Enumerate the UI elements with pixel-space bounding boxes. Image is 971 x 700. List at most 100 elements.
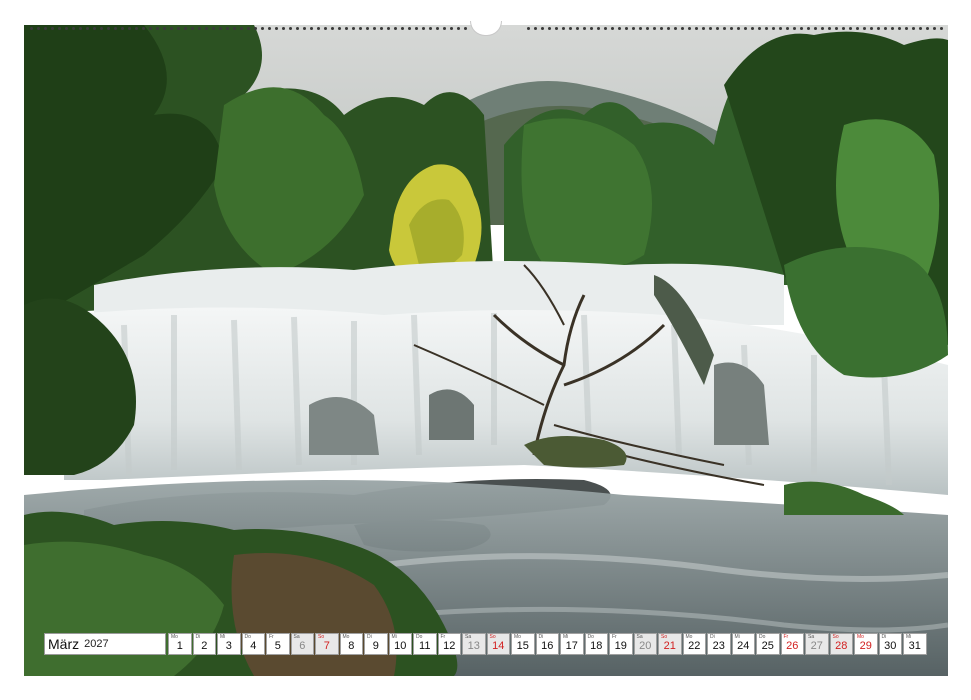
day-cell: Fr 12 — [437, 633, 461, 655]
day-cell: Do 25 — [756, 633, 780, 655]
binding-hole — [744, 27, 747, 30]
binding-hole — [779, 27, 782, 30]
binding-hole — [884, 27, 887, 30]
binding-hole — [135, 27, 138, 30]
day-number: 12 — [443, 640, 456, 652]
binding-hole — [527, 27, 530, 30]
day-number: 10 — [394, 640, 407, 652]
binding-hole — [408, 27, 411, 30]
binding-hole — [401, 27, 404, 30]
binding-hole — [240, 27, 243, 30]
binding-hole — [436, 27, 439, 30]
day-number: 25 — [761, 640, 774, 652]
binding-hole — [695, 27, 698, 30]
binding-hole — [72, 27, 75, 30]
binding-hole — [548, 27, 551, 30]
binding-hole — [429, 27, 432, 30]
binding-hole — [443, 27, 446, 30]
binding-hole — [660, 27, 663, 30]
binding-hole — [877, 27, 880, 30]
binding-hole — [44, 27, 47, 30]
day-cell: Di 2 — [192, 633, 216, 655]
binding-hole — [373, 27, 376, 30]
binding-hole — [772, 27, 775, 30]
binding-hole — [100, 27, 103, 30]
binding-hole — [338, 27, 341, 30]
binding-hole — [541, 27, 544, 30]
day-cell: Fr 26 — [780, 633, 804, 655]
binding-hole — [184, 27, 187, 30]
binding-hole — [702, 27, 705, 30]
day-number: 8 — [348, 640, 355, 652]
binding-hole — [534, 27, 537, 30]
binding-hole — [65, 27, 68, 30]
day-cell: Mi 24 — [731, 633, 755, 655]
day-number: 11 — [419, 640, 431, 652]
binding-hole — [261, 27, 264, 30]
binding-hole — [415, 27, 418, 30]
day-number: 20 — [639, 640, 652, 652]
day-cell: Mi 31 — [903, 633, 927, 655]
day-cell: Sa 6 — [290, 633, 314, 655]
binding-hole — [828, 27, 831, 30]
binding-hole — [562, 27, 565, 30]
day-number: 3 — [225, 640, 232, 652]
binding-hole — [177, 27, 180, 30]
day-cell: Mo 8 — [339, 633, 363, 655]
binding-hole — [114, 27, 117, 30]
binding-hole — [709, 27, 712, 30]
binding-hole — [387, 27, 390, 30]
day-cell: Di 16 — [535, 633, 559, 655]
binding-hole — [723, 27, 726, 30]
day-number: 26 — [786, 640, 799, 652]
binding-hole — [905, 27, 908, 30]
day-cell: Mi 10 — [388, 633, 412, 655]
binding-hole — [93, 27, 96, 30]
binding-hole — [345, 27, 348, 30]
binding-hole — [37, 27, 40, 30]
binding-hole — [394, 27, 397, 30]
binding-hole — [933, 27, 936, 30]
binding-hole — [128, 27, 131, 30]
day-number: 6 — [299, 640, 306, 652]
binding-hole — [821, 27, 824, 30]
binding-hole — [352, 27, 355, 30]
year: 2027 — [84, 638, 109, 650]
day-cell: Do 4 — [241, 633, 265, 655]
binding-hole — [590, 27, 593, 30]
binding-hole — [233, 27, 236, 30]
binding-hole — [751, 27, 754, 30]
landscape-illustration — [24, 25, 948, 676]
binding-hole — [604, 27, 607, 30]
day-number: 18 — [590, 640, 603, 652]
binding-hole — [275, 27, 278, 30]
binding-hole — [380, 27, 383, 30]
binding-hole — [156, 27, 159, 30]
day-cell: Do 11 — [413, 633, 437, 655]
binding-hole — [667, 27, 670, 30]
binding-hole — [919, 27, 922, 30]
day-number: 17 — [565, 640, 578, 652]
day-number: 19 — [614, 640, 627, 652]
day-number: 21 — [663, 640, 676, 652]
binding-hole — [555, 27, 558, 30]
binding-hole — [940, 27, 943, 30]
binding-hole — [198, 27, 201, 30]
binding-hole — [646, 27, 649, 30]
binding-hole — [716, 27, 719, 30]
day-number: 14 — [492, 640, 505, 652]
binding-hole — [86, 27, 89, 30]
day-cell: Mi 3 — [217, 633, 241, 655]
binding-hole — [282, 27, 285, 30]
binding-hole — [870, 27, 873, 30]
binding-hole — [464, 27, 467, 30]
binding-hole — [422, 27, 425, 30]
binding-hole — [639, 27, 642, 30]
day-number: 15 — [516, 640, 529, 652]
day-cell: Fr 5 — [266, 633, 290, 655]
binding-hole — [205, 27, 208, 30]
day-number: 2 — [201, 640, 208, 652]
binding-hole — [450, 27, 453, 30]
day-number: 31 — [908, 640, 921, 652]
day-cell: Sa 20 — [633, 633, 657, 655]
